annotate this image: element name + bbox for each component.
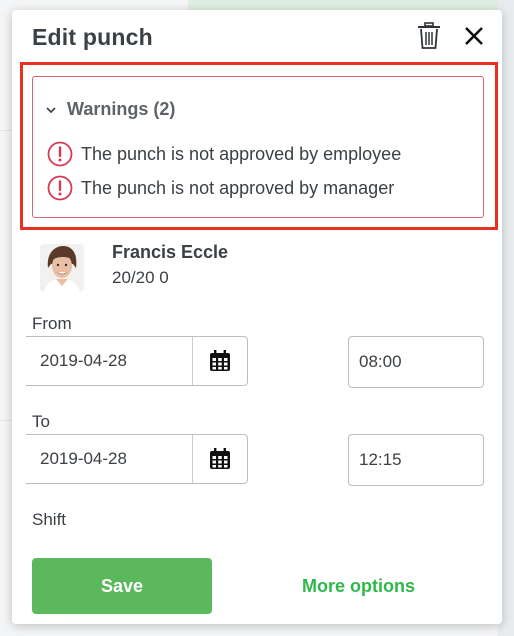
from-date-field[interactable]: 2019-04-28	[26, 336, 248, 386]
to-label: To	[32, 412, 50, 431]
to-date-value: 2019-04-28	[40, 449, 127, 468]
to-time-field[interactable]: 12:15	[348, 434, 484, 486]
more-options-link[interactable]: More options	[302, 576, 415, 597]
from-date-value: 2019-04-28	[40, 351, 127, 370]
from-time-value: 08:00	[359, 352, 402, 371]
avatar	[40, 244, 84, 292]
exclamation-circle-icon	[47, 175, 73, 201]
trash-icon	[418, 22, 440, 49]
to-calendar-button[interactable]	[192, 435, 247, 483]
warnings-panel: Warnings (2) The punch is not approved b…	[32, 76, 484, 218]
close-button[interactable]	[462, 24, 486, 48]
warning-text: The punch is not approved by employee	[81, 143, 402, 164]
to-time-value: 12:15	[359, 450, 402, 469]
dialog-title: Edit punch	[32, 24, 153, 50]
employee-name: Francis Eccle	[112, 242, 229, 262]
background-gridline	[0, 130, 12, 131]
chevron-down-icon	[46, 106, 56, 113]
calendar-icon	[210, 350, 230, 371]
employee-details: 20/20 0	[112, 268, 169, 287]
warnings-toggle[interactable]: Warnings (2)	[45, 99, 175, 120]
background-gridline	[0, 420, 12, 421]
warning-text: The punch is not approved by manager	[81, 177, 395, 198]
edit-punch-dialog: Edit punch Warnings (2) The punch is not…	[12, 10, 502, 624]
from-label: From	[32, 314, 72, 333]
exclamation-circle-icon	[47, 141, 73, 167]
warnings-title: Warnings (2)	[67, 99, 176, 119]
save-button[interactable]: Save	[32, 558, 212, 614]
warning-item: The punch is not approved by employee	[47, 141, 401, 167]
to-date-field[interactable]: 2019-04-28	[26, 434, 248, 484]
from-time-field[interactable]: 08:00	[348, 336, 484, 388]
shift-label: Shift	[32, 510, 67, 529]
delete-button[interactable]	[416, 22, 442, 50]
close-icon	[465, 27, 483, 45]
from-calendar-button[interactable]	[192, 337, 247, 385]
warning-item: The punch is not approved by manager	[47, 175, 394, 201]
calendar-icon	[210, 448, 230, 469]
